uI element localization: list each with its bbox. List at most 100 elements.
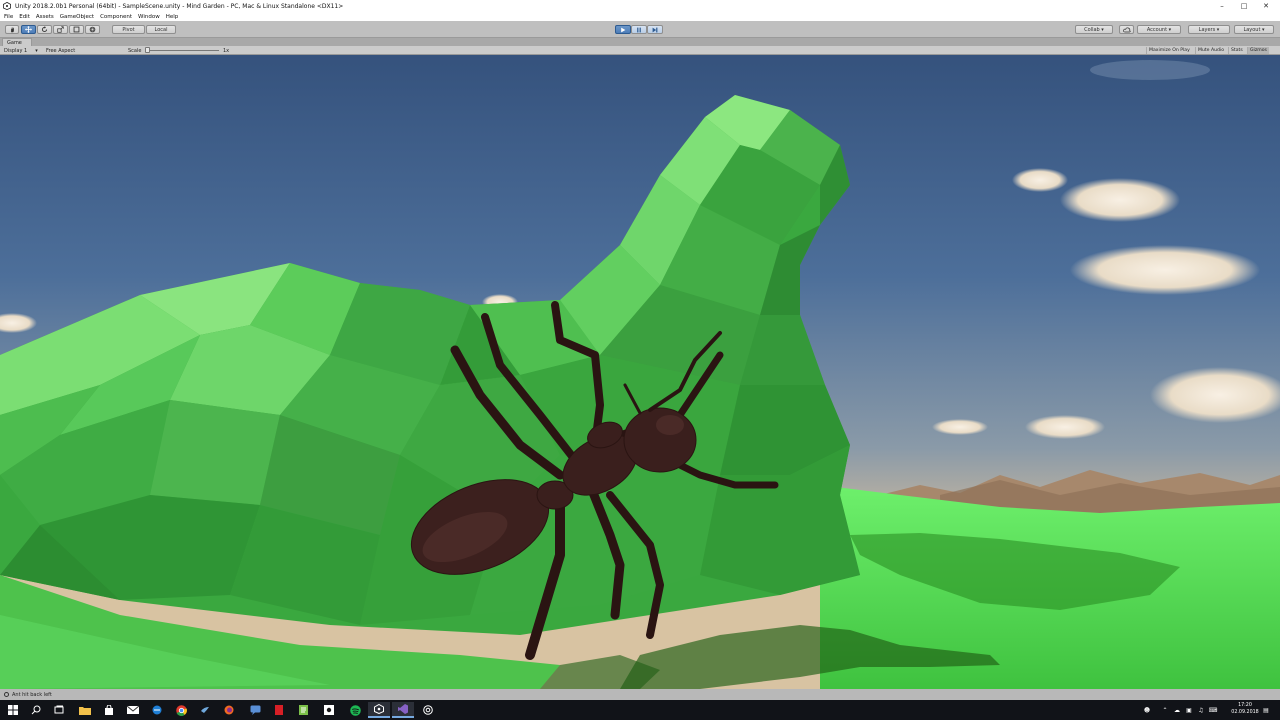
info-icon — [4, 692, 9, 697]
pause-button[interactable] — [631, 25, 647, 34]
taskbar-chrome[interactable] — [170, 702, 192, 718]
scale-slider-handle[interactable] — [145, 47, 150, 53]
taskbar-messenger[interactable] — [244, 702, 266, 718]
menu-component[interactable]: Component — [100, 14, 132, 20]
hand-tool-button[interactable] — [5, 25, 19, 34]
gizmos-toggle[interactable]: Gizmos — [1247, 47, 1269, 54]
taskbar-sourcetree[interactable] — [318, 702, 340, 718]
taskbar-netflix[interactable] — [268, 702, 290, 718]
local-label: Local — [154, 26, 168, 33]
close-button[interactable]: ✕ — [1254, 0, 1278, 12]
menu-file[interactable]: File — [4, 14, 13, 20]
layout-dropdown[interactable]: Layout ▾ — [1234, 25, 1274, 34]
game-scene-render — [0, 55, 1280, 689]
menu-bar: File Edit Assets GameObject Component Wi… — [0, 12, 1280, 21]
game-view-viewport[interactable] — [0, 55, 1280, 689]
aperture-icon — [423, 705, 433, 715]
task-view-icon — [54, 705, 64, 714]
windows-logo-icon — [8, 705, 18, 715]
display-label: Display 1 — [4, 47, 28, 54]
mute-audio-toggle[interactable]: Mute Audio — [1195, 47, 1226, 54]
menu-gameobject[interactable]: GameObject — [60, 14, 94, 20]
taskbar-firefox[interactable] — [218, 702, 240, 718]
taskbar-file-explorer[interactable] — [74, 702, 96, 718]
tray-volume-icon[interactable]: ♫ — [1195, 700, 1207, 720]
unity-logo-icon — [3, 2, 11, 10]
search-icon — [31, 705, 41, 715]
store-icon — [105, 705, 113, 715]
windows-taskbar: ☻ ⌃ ☁ ▣ ♫ ⌨ 17:20 02.09.2018 ▤ — [0, 700, 1280, 720]
rect-tool-button[interactable] — [69, 25, 84, 34]
account-dropdown[interactable]: Account ▾ — [1137, 25, 1181, 34]
collab-label: Collab ▾ — [1084, 26, 1104, 33]
maximize-on-play-toggle[interactable]: Maximize On Play — [1146, 47, 1192, 54]
unity-editor-window: Unity 2018.2.0b1 Personal (64bit) - Samp… — [0, 0, 1280, 720]
taskbar-app[interactable] — [194, 702, 216, 718]
action-center-icon[interactable]: ▤ — [1258, 700, 1274, 720]
minimize-button[interactable]: – — [1210, 0, 1234, 12]
netflix-icon — [275, 705, 283, 715]
tray-cloud-icon[interactable]: ☁ — [1171, 700, 1183, 720]
chrome-icon — [175, 704, 187, 716]
status-message: Ant hit back left — [12, 691, 52, 698]
tray-keyboard-icon[interactable]: ⌨ — [1207, 700, 1219, 720]
taskbar-edge[interactable] — [146, 702, 168, 718]
notepad-icon — [298, 705, 308, 715]
aspect-dropdown[interactable]: Free Aspect — [46, 47, 75, 54]
aspect-label: Free Aspect — [46, 47, 76, 54]
layout-label: Layout ▾ — [1243, 26, 1265, 33]
taskbar-notepad[interactable] — [292, 702, 314, 718]
git-icon — [324, 705, 334, 715]
play-icon — [621, 27, 626, 32]
visual-studio-icon — [398, 704, 408, 714]
firefox-icon — [224, 705, 234, 715]
stats-toggle[interactable]: Stats — [1228, 47, 1245, 54]
display-dropdown[interactable]: Display 1 ▾ — [4, 47, 38, 54]
taskbar-store[interactable] — [98, 702, 120, 718]
play-button[interactable] — [615, 25, 631, 34]
tab-game[interactable]: Game — [2, 38, 32, 46]
pivot-toggle[interactable]: Pivot — [112, 25, 145, 34]
taskbar-camera[interactable] — [417, 702, 439, 718]
chat-icon — [250, 705, 260, 715]
start-button[interactable] — [2, 702, 24, 718]
taskbar-clock[interactable]: 17:20 02.09.2018 — [1230, 702, 1260, 718]
rotate-tool-button[interactable] — [37, 25, 52, 34]
collab-dropdown[interactable]: Collab ▾ — [1075, 25, 1113, 34]
layers-label: Layers ▾ — [1198, 26, 1220, 33]
pause-icon — [637, 27, 641, 32]
step-button[interactable] — [647, 25, 663, 34]
unity-icon — [374, 704, 384, 714]
menu-assets[interactable]: Assets — [36, 14, 54, 20]
cloud-button[interactable] — [1119, 25, 1134, 34]
window-title: Unity 2018.2.0b1 Personal (64bit) - Samp… — [15, 2, 344, 10]
menu-help[interactable]: Help — [166, 14, 179, 20]
menu-edit[interactable]: Edit — [19, 14, 30, 20]
scale-icon — [57, 26, 64, 33]
hand-icon — [10, 27, 14, 33]
tray-monitor-icon[interactable]: ▣ — [1183, 700, 1195, 720]
taskbar-spotify[interactable] — [344, 702, 366, 718]
tray-person-icon[interactable]: ☻ — [1140, 700, 1154, 720]
layers-dropdown[interactable]: Layers ▾ — [1188, 25, 1230, 34]
mail-icon — [127, 705, 139, 714]
scale-label: Scale — [128, 47, 142, 54]
maximize-button[interactable]: □ — [1232, 0, 1256, 12]
menu-window[interactable]: Window — [138, 14, 160, 20]
scale-slider-track[interactable] — [147, 50, 219, 51]
task-view-button[interactable] — [48, 702, 70, 718]
taskbar-unity[interactable] — [368, 702, 390, 718]
move-arrows-icon — [25, 26, 32, 33]
clock-time: 17:20 — [1238, 703, 1252, 708]
scale-tool-button[interactable] — [53, 25, 68, 34]
display-chevron-icon: ▾ — [35, 47, 38, 54]
local-toggle[interactable]: Local — [146, 25, 176, 34]
game-view-toolbar: Display 1 ▾ Free Aspect Scale 1x Maximiz… — [0, 46, 1280, 55]
folder-icon — [79, 707, 91, 715]
taskbar-visual-studio[interactable] — [392, 702, 414, 718]
move-tool-button[interactable] — [21, 25, 36, 34]
search-button[interactable] — [25, 702, 47, 718]
tray-chevron-up-icon[interactable]: ⌃ — [1159, 700, 1171, 720]
taskbar-mail[interactable] — [122, 702, 144, 718]
transform-tool-button[interactable] — [85, 25, 100, 34]
